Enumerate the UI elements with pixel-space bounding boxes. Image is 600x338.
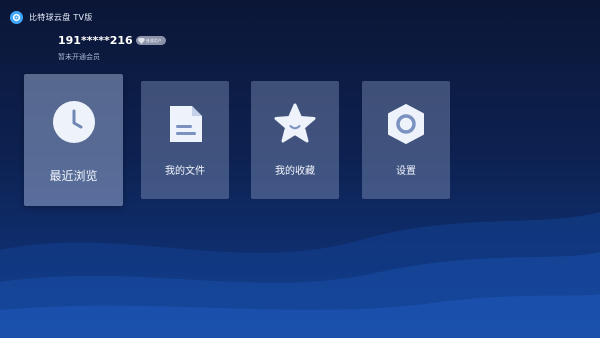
star-icon [274,103,316,145]
file-icon [164,103,206,145]
app-title: 比特球云盘 TV版 [29,12,93,22]
user-info: 191*****216 普通用户 暂未开通会员 [58,34,166,62]
tile-recent[interactable]: 最近浏览 [24,74,123,206]
tile-label: 我的收藏 [275,166,315,177]
vip-badge: 普通用户 [135,36,166,45]
cloud-icon [10,10,23,24]
tile-label: 设置 [396,166,416,177]
tile-favorites[interactable]: 我的收藏 [251,81,339,199]
tile-my-files[interactable]: 我的文件 [141,81,229,199]
tile-label: 最近浏览 [49,169,98,183]
vip-badge-text: 普通用户 [145,37,162,43]
diamond-icon [137,37,145,44]
tile-settings[interactable]: 设置 [362,81,450,199]
app-bar: 比特球云盘 TV版 [10,10,93,24]
tile-label: 我的文件 [165,166,205,177]
member-status: 暂未开通会员 [58,53,100,61]
user-id: 191*****216 [58,34,133,47]
clock-icon [52,100,96,144]
settings-icon [385,103,427,145]
